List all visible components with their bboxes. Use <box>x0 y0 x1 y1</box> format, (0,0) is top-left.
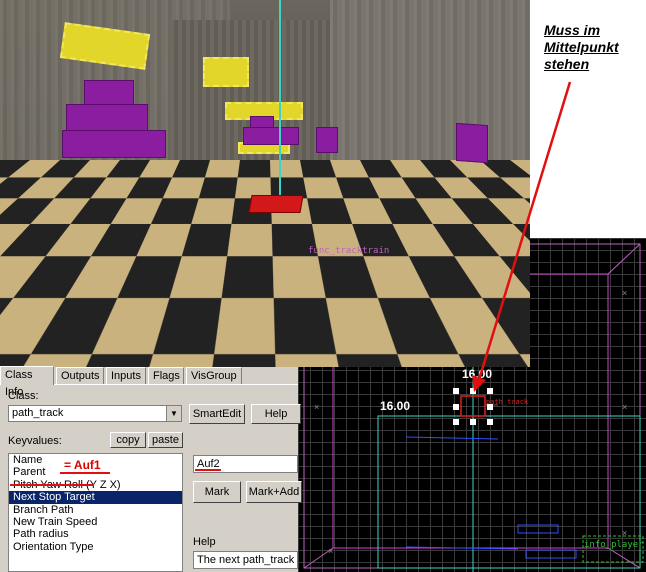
resize-handle[interactable] <box>453 388 459 394</box>
annotation-line-3: stehen <box>544 56 590 72</box>
help-text-box: The next path_track <box>193 551 298 569</box>
help-section-label: Help <box>193 536 216 548</box>
resize-handle[interactable] <box>487 419 493 425</box>
tracktrain-outline <box>303 243 641 569</box>
tab-visgroup[interactable]: VisGroup <box>186 367 242 384</box>
link-box <box>525 549 577 559</box>
tab-flags[interactable]: Flags <box>148 367 184 384</box>
annotation-text: Muss im Mittelpunkt stehen <box>544 22 644 73</box>
tracktrain-label: func_tracktrain <box>308 246 390 256</box>
center-marker: × <box>468 256 473 266</box>
resize-handle[interactable] <box>470 419 476 425</box>
keyvalue-row[interactable]: Path radius <box>9 528 182 540</box>
center-marker: × <box>622 288 627 298</box>
class-dropdown[interactable]: path_track ▼ <box>8 405 182 422</box>
purple-crate <box>456 122 488 164</box>
trigger-label: trigger_multiple <box>338 277 425 287</box>
class-value: path_track <box>12 407 64 419</box>
dimension-height: 16.00 <box>380 399 411 413</box>
paste-button[interactable]: paste <box>148 432 183 448</box>
corner-diagonal <box>607 547 641 569</box>
tab-bar: Class Info Outputs Inputs Flags VisGroup <box>0 366 298 398</box>
mark-add-button[interactable]: Mark+Add <box>246 481 302 503</box>
dimension-width: 16.00 <box>462 367 493 381</box>
keyvalue-row-selected[interactable]: Next Stop Target <box>9 491 182 504</box>
tab-inputs[interactable]: Inputs <box>106 367 146 384</box>
resize-handle[interactable] <box>453 404 459 410</box>
keyvalue-row[interactable]: Branch Path <box>9 504 182 516</box>
link-line <box>405 436 499 440</box>
purple-crate <box>62 130 166 158</box>
center-marker: × <box>328 546 333 556</box>
yellow-trigger-panel <box>203 57 249 87</box>
mark-button[interactable]: Mark <box>193 481 241 503</box>
grid-geometry: × × × × × × <box>303 238 644 572</box>
center-marker: × <box>314 402 319 412</box>
annotation-underline <box>195 469 221 471</box>
2d-grid-view[interactable]: × × × × × × func_tracktrain trigger_mult… <box>298 238 646 572</box>
corner-diagonal <box>607 243 641 275</box>
trigger-outline <box>332 273 609 549</box>
keyvalue-row[interactable]: New Train Speed <box>9 516 182 528</box>
resize-handle[interactable] <box>453 419 459 425</box>
annotation-line-1: Muss im <box>544 22 601 38</box>
tab-outputs[interactable]: Outputs <box>56 367 104 384</box>
purple-crate <box>243 127 299 145</box>
path-track-pole <box>279 0 281 200</box>
smartedit-button[interactable]: SmartEdit <box>189 404 245 424</box>
annotation-line-2: Mittelpunkt <box>544 39 619 55</box>
resize-handle[interactable] <box>470 388 476 394</box>
keyvalues-label: Keyvalues: <box>8 435 62 447</box>
help-button[interactable]: Help <box>251 404 301 424</box>
corner-entity-label: info_player <box>584 540 644 550</box>
name-annotation: = Auf1 <box>64 458 101 472</box>
purple-crate <box>316 127 338 153</box>
resize-handle[interactable] <box>487 388 493 394</box>
annotation-underline <box>60 472 110 474</box>
center-marker: × <box>622 402 627 412</box>
resize-handle[interactable] <box>487 404 493 410</box>
object-properties-dialog: Class Info Outputs Inputs Flags VisGroup… <box>0 365 302 572</box>
annotation-underline <box>10 484 94 486</box>
tab-class-info[interactable]: Class Info <box>0 366 54 398</box>
link-box <box>517 524 559 534</box>
copy-button[interactable]: copy <box>110 432 146 448</box>
path-track-entity[interactable] <box>248 195 304 213</box>
keyvalue-row[interactable]: Orientation Type <box>9 541 182 553</box>
chevron-down-icon[interactable]: ▼ <box>166 406 181 421</box>
